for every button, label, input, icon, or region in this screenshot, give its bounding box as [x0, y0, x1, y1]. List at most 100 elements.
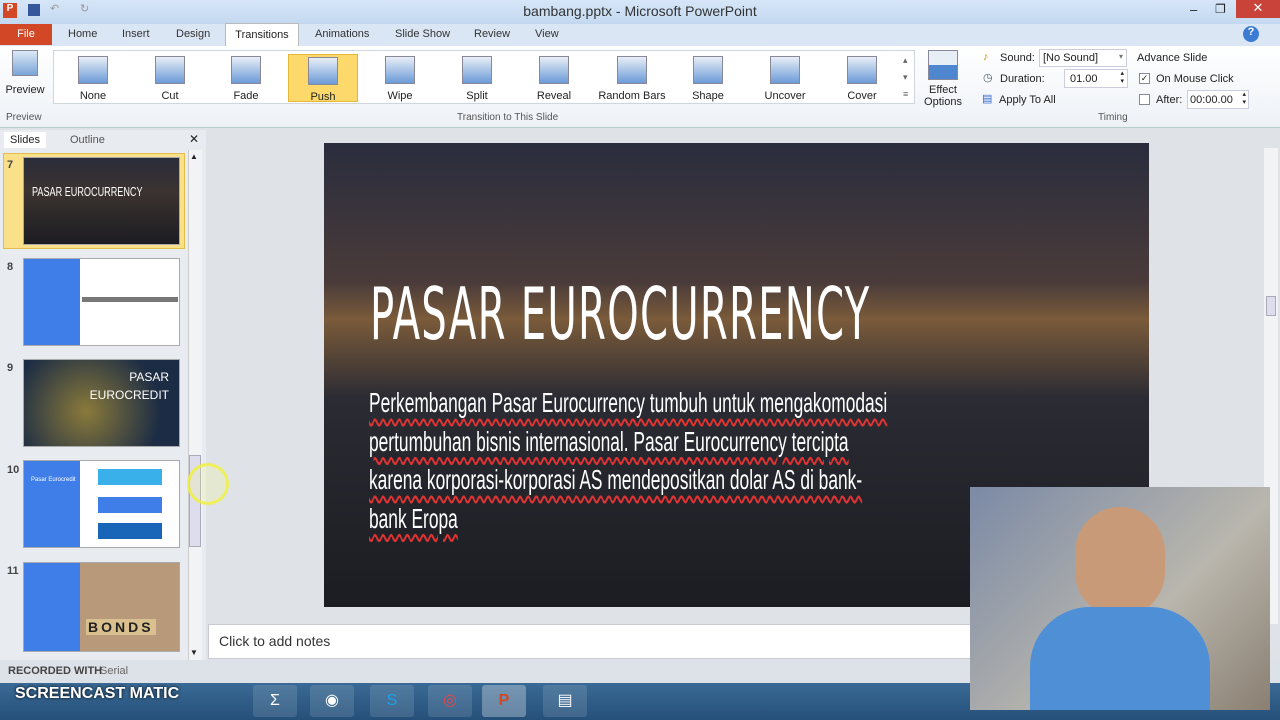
transition-label: Shape — [692, 90, 724, 102]
transition-label: Push — [310, 91, 336, 103]
on-mouse-click-checkbox[interactable]: ✓ — [1139, 73, 1150, 84]
clock-icon: ◷ — [983, 72, 993, 84]
apply-to-all-button[interactable]: Apply To All — [999, 94, 1056, 106]
chevron-down-icon: ▾ — [1118, 52, 1123, 61]
slide-thumbnail-7[interactable]: PASAR EUROCURRENCY — [23, 157, 180, 245]
transition-label: Fade — [233, 90, 259, 102]
tab-slide-show[interactable]: Slide Show — [395, 28, 450, 40]
minimize-button[interactable]: – — [1190, 2, 1197, 17]
transition-cover[interactable]: Cover — [827, 54, 897, 102]
tab-design[interactable]: Design — [176, 28, 210, 40]
group-label-transition: Transition to This Slide — [457, 112, 559, 123]
slide-number: 8 — [7, 261, 14, 273]
tab-insert[interactable]: Insert — [122, 28, 150, 40]
transition-icon — [617, 56, 647, 84]
transition-uncover[interactable]: Uncover — [750, 54, 820, 102]
transition-icon — [231, 56, 261, 84]
sound-icon: ♪ — [983, 51, 989, 63]
slide-number: 10 — [7, 464, 20, 476]
tab-transitions[interactable]: Transitions — [225, 23, 299, 47]
apply-all-icon: ▤ — [982, 93, 993, 105]
tab-review[interactable]: Review — [474, 28, 510, 40]
transition-reveal[interactable]: Reveal — [519, 54, 589, 102]
preview-icon — [12, 50, 38, 76]
taskbar-math-icon[interactable]: Σ — [253, 685, 297, 717]
scroll-up-icon[interactable]: ▲ — [190, 152, 198, 161]
scroll-down-icon[interactable]: ▼ — [190, 648, 198, 657]
transition-fade[interactable]: Fade — [211, 54, 281, 102]
transition-label: Reveal — [536, 90, 572, 102]
taskbar-notepad-icon[interactable]: ▤ — [543, 685, 587, 717]
after-label: After: — [1156, 94, 1183, 106]
on-mouse-click-label: On Mouse Click — [1156, 73, 1234, 85]
transition-icon — [539, 56, 569, 84]
close-pane-icon[interactable]: ✕ — [189, 132, 199, 146]
status-text: Serial — [100, 665, 129, 677]
sound-dropdown[interactable]: [No Sound] ▾ — [1039, 49, 1127, 67]
tab-animations[interactable]: Animations — [315, 28, 369, 40]
thumb-title: PASAR EUROCREDIT — [89, 370, 169, 402]
effect-options-button[interactable]: Effect Options — [918, 50, 968, 108]
transition-label: Uncover — [764, 90, 806, 102]
transition-label: Split — [466, 90, 488, 102]
tab-slides[interactable]: Slides — [4, 132, 46, 148]
duration-value: 01.00 — [1070, 73, 1098, 85]
transition-label: None — [79, 90, 107, 102]
transition-push[interactable]: Push — [288, 54, 358, 103]
group-label-timing: Timing — [1098, 112, 1128, 123]
thumb-bonds-image: BONDS — [86, 619, 156, 635]
preview-button[interactable]: Preview — [4, 50, 46, 100]
transition-icon — [462, 56, 492, 84]
group-label-preview: Preview — [6, 112, 42, 123]
duration-input[interactable]: 01.00 ▴ ▾ — [1064, 69, 1128, 88]
slide-thumbnail-9[interactable]: PASAR EUROCREDIT — [23, 359, 180, 447]
transition-icon — [155, 56, 185, 84]
duration-label: Duration: — [1000, 73, 1045, 85]
taskbar-skype-icon[interactable]: S — [370, 685, 414, 717]
transition-split[interactable]: Split — [442, 54, 512, 102]
effect-options-icon — [928, 50, 958, 80]
tab-home[interactable]: Home — [68, 28, 97, 40]
thumb-title: PASAR EUROCURRENCY — [32, 184, 143, 199]
transition-label: Random Bars — [598, 90, 666, 102]
transition-none[interactable]: None — [58, 54, 128, 102]
help-icon[interactable]: ? — [1243, 26, 1259, 42]
tab-view[interactable]: View — [535, 28, 559, 40]
after-checkbox[interactable] — [1139, 94, 1150, 105]
tab-outline[interactable]: Outline — [64, 132, 111, 148]
transition-label: Cut — [161, 90, 179, 102]
screencast-watermark: SCREENCAST MATIC — [15, 685, 180, 702]
taskbar-chrome-icon[interactable]: ◎ — [428, 685, 472, 717]
gallery-scroll[interactable]: ▴ ▾ ≡ — [903, 52, 908, 103]
taskbar-powerpoint-icon[interactable]: P — [482, 685, 526, 717]
slide-number: 7 — [7, 159, 14, 171]
transition-icon — [693, 56, 723, 84]
transition-icon — [308, 57, 338, 85]
slide-thumbnail-11[interactable]: BONDS — [23, 562, 180, 652]
window-title: bambang.pptx - Microsoft PowerPoint — [523, 3, 757, 19]
transition-shape[interactable]: Shape — [673, 54, 743, 102]
transition-wipe[interactable]: Wipe — [365, 54, 435, 102]
tab-file[interactable]: File — [0, 24, 52, 45]
effect-options-label: Effect Options — [924, 84, 962, 108]
transition-cut[interactable]: Cut — [135, 54, 205, 102]
after-value: 00:00.00 — [1190, 94, 1233, 106]
transition-icon — [385, 56, 415, 84]
close-button[interactable]: ✕ — [1236, 0, 1280, 18]
slide-body[interactable]: Perkembangan Pasar Eurocurrency tumbuh u… — [369, 384, 890, 538]
after-input[interactable]: 00:00.00 ▴ ▾ — [1187, 90, 1249, 109]
slide-number: 11 — [7, 565, 19, 577]
transition-icon — [770, 56, 800, 84]
restore-button[interactable]: ❐ — [1215, 2, 1226, 16]
panel-scrollbar[interactable] — [188, 150, 202, 660]
slide-title[interactable]: PASAR EUROCURRENCY — [370, 272, 870, 356]
sound-label: Sound: — [1000, 52, 1035, 64]
slide-thumbnail-8[interactable] — [23, 258, 180, 346]
taskbar-recorder-icon[interactable]: ◉ — [310, 685, 354, 717]
spinner-icon[interactable]: ▴ ▾ — [1120, 70, 1124, 86]
spinner-icon[interactable]: ▴ ▾ — [1242, 91, 1246, 107]
webcam-overlay — [970, 487, 1270, 710]
transition-random-bars[interactable]: Random Bars — [596, 54, 668, 102]
sound-value: [No Sound] — [1043, 52, 1099, 64]
slide-thumbnail-10[interactable]: Pasar Eurocredit — [23, 460, 180, 548]
